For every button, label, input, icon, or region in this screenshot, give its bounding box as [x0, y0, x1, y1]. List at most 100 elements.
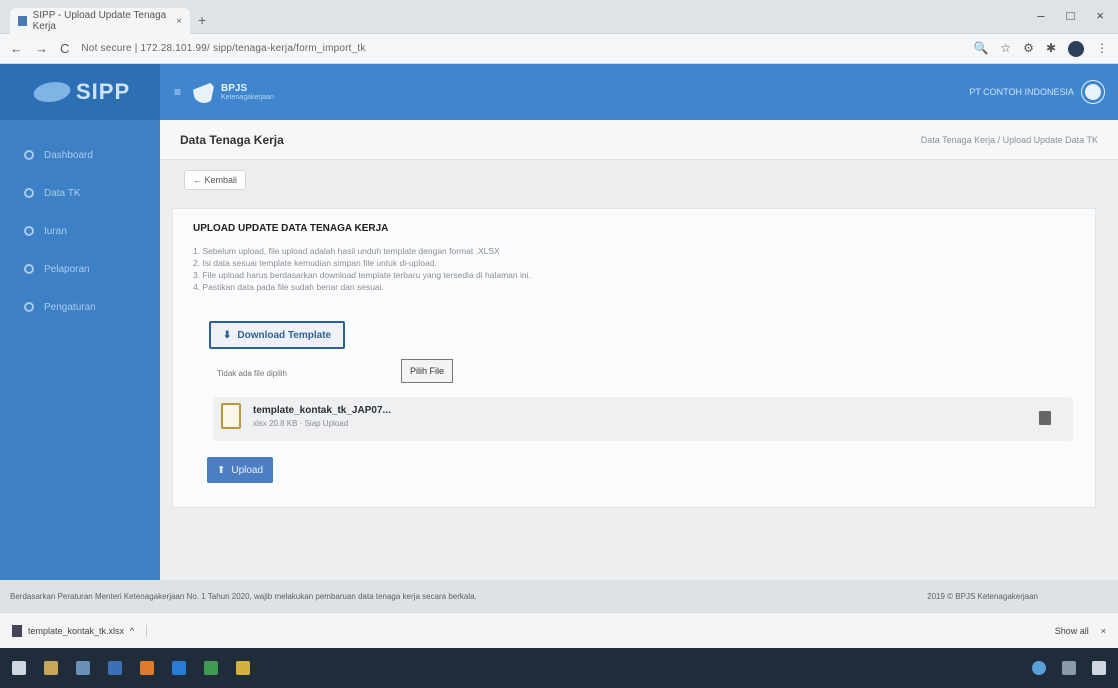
forward-arrow-icon[interactable]: → [35, 41, 48, 56]
sidebar-item-data-tk[interactable]: Data TK [0, 174, 160, 212]
edge-icon[interactable] [172, 661, 186, 675]
upload-card: UPLOAD UPDATE DATA TENAGA KERJA 1. Sebel… [172, 208, 1096, 508]
sidebar-item-pengaturan[interactable]: Pengaturan [0, 288, 160, 326]
instructions-list: 1. Sebelum upload, file upload adalah ha… [193, 245, 531, 293]
download-template-label: Download Template [237, 329, 332, 341]
caret-up-icon[interactable]: ^ [130, 626, 134, 636]
sidebar-item-pelaporan[interactable]: Pelaporan [0, 250, 160, 288]
download-icon: ⬇ [223, 329, 232, 341]
page-title-bar: Data Tenaga Kerja Data Tenaga Kerja / Up… [160, 120, 1118, 160]
sidebar-item-dashboard[interactable]: Dashboard [0, 136, 160, 174]
window-controls: – □ × [1037, 8, 1104, 23]
selected-file-row: template_kontak_tk_JAP07... xlsx 20.8 KB… [213, 397, 1073, 441]
file-meta: xlsx 20.8 KB · Siap Upload [253, 419, 349, 428]
choose-file-button[interactable]: Pilih File [401, 359, 454, 383]
user-name: PT CONTOH INDONESIA [969, 87, 1074, 97]
file-icon [221, 403, 241, 429]
app-logo[interactable]: SIPP [0, 64, 160, 120]
settings-icon [24, 302, 34, 312]
bpjs-mark-icon [193, 81, 216, 103]
extension-icon[interactable]: ⚙ [1023, 41, 1034, 57]
sidebar-item-iuran[interactable]: Iuran [0, 212, 160, 250]
tab-close-icon[interactable]: × [176, 16, 182, 27]
minimize-button[interactable]: – [1037, 8, 1044, 23]
users-icon [24, 188, 34, 198]
close-window-button[interactable]: × [1096, 8, 1104, 23]
sidebar-item-label: Dashboard [44, 149, 93, 161]
puzzle-icon[interactable]: ✱ [1046, 41, 1056, 57]
reload-icon[interactable]: C [60, 41, 69, 56]
system-tray [1032, 661, 1106, 675]
app-icon[interactable] [236, 661, 250, 675]
file-explorer-icon[interactable] [44, 661, 58, 675]
sidebar: SIPP Dashboard Data TK Iuran Pelaporan P… [0, 64, 160, 580]
brand-name: BPJS [221, 82, 248, 94]
browser-tab[interactable]: SIPP - Upload Update Tenaga Kerja × [10, 8, 190, 34]
browser-toolbar: 🔍 ☆ ⚙ ✱ ⋮ [973, 40, 1108, 57]
back-button[interactable]: ← Kembali [184, 170, 247, 190]
store-icon[interactable] [76, 661, 90, 675]
trash-icon[interactable] [1039, 411, 1051, 425]
file-name: template_kontak_tk_JAP07... [253, 405, 391, 416]
chrome-icon[interactable] [204, 661, 218, 675]
show-all-button[interactable]: Show all [1055, 626, 1089, 636]
address-bar: ← → C Not secure | 172.28.101.99/ sipp/t… [0, 34, 1118, 64]
new-tab-button[interactable]: + [198, 12, 206, 28]
firefox-icon[interactable] [140, 661, 154, 675]
instruction-item: 1. Sebelum upload, file upload adalah ha… [193, 246, 500, 256]
card-title: UPLOAD UPDATE DATA TENAGA KERJA [193, 223, 389, 234]
instruction-item: 3. File upload harus berdasarkan downloa… [193, 270, 531, 280]
network-icon[interactable] [1032, 661, 1046, 675]
user-menu[interactable]: PT CONTOH INDONESIA [969, 81, 1104, 103]
sidebar-item-label: Pelaporan [44, 263, 90, 275]
upload-label: Upload [231, 464, 264, 476]
zoom-icon[interactable]: 🔍 [973, 41, 988, 57]
logo-mark-icon [30, 82, 74, 102]
menu-icon[interactable]: ⋮ [1096, 41, 1108, 57]
brand-subtitle: Ketenagakerjaan [221, 93, 274, 101]
bpjs-logo: BPJS Ketenagakerjaan [193, 81, 274, 103]
volume-icon[interactable] [1062, 661, 1076, 675]
dashboard-icon [24, 150, 34, 160]
money-icon [24, 226, 34, 236]
url-field[interactable]: Not secure | 172.28.101.99/ sipp/tenaga-… [81, 43, 365, 54]
logo-text: SIPP [76, 79, 131, 104]
notification-icon[interactable] [1092, 661, 1106, 675]
download-template-button[interactable]: ⬇ Download Template [209, 321, 346, 349]
download-item[interactable]: template_kontak_tk.xlsx ^ [12, 624, 148, 637]
file-input[interactable] [217, 363, 397, 383]
instruction-item: 2. Isi data sesuai template kemudian sim… [193, 258, 437, 268]
browser-tabbar: SIPP - Upload Update Tenaga Kerja × + – … [0, 0, 1118, 34]
os-taskbar [0, 648, 1118, 688]
tab-title: SIPP - Upload Update Tenaga Kerja [32, 10, 167, 32]
mail-icon[interactable] [108, 661, 122, 675]
footer-note: Berdasarkan Peraturan Menteri Ketenagake… [10, 591, 477, 601]
report-icon [24, 264, 34, 274]
downloads-actions: Show all × [1055, 626, 1106, 636]
close-downloads-icon[interactable]: × [1101, 626, 1106, 636]
back-arrow-icon[interactable]: ← [10, 41, 23, 56]
sidebar-menu: Dashboard Data TK Iuran Pelaporan Pengat… [0, 120, 160, 326]
instruction-item: 4. Pastikan data pada file sudah benar d… [193, 282, 384, 292]
downloaded-file-icon [12, 624, 22, 637]
sidebar-item-label: Iuran [44, 225, 67, 237]
page-title: Data Tenaga Kerja [180, 132, 284, 147]
upload-icon: ⬆ [216, 464, 226, 476]
app-header: ≡ BPJS Ketenagakerjaan PT CONTOH INDONES… [160, 64, 1118, 120]
sidebar-item-label: Data TK [44, 187, 81, 199]
upload-button[interactable]: ⬆ Upload [207, 457, 273, 483]
sidebar-item-label: Pengaturan [44, 301, 96, 313]
star-icon[interactable]: ☆ [1000, 41, 1011, 57]
footer-copyright: 2019 © BPJS Ketenagakerjaan [927, 591, 1038, 601]
downloads-bar: template_kontak_tk.xlsx ^ Show all × [0, 612, 1118, 648]
maximize-button[interactable]: □ [1067, 8, 1075, 23]
hamburger-icon[interactable]: ≡ [174, 85, 181, 99]
breadcrumb[interactable]: Data Tenaga Kerja / Upload Update Data T… [921, 135, 1098, 145]
user-avatar-icon[interactable] [1082, 81, 1104, 103]
page-footer: Berdasarkan Peraturan Menteri Ketenagake… [0, 580, 1118, 612]
main-content: Data Tenaga Kerja Data Tenaga Kerja / Up… [160, 120, 1118, 580]
profile-icon[interactable] [1068, 40, 1084, 57]
start-icon[interactable] [12, 661, 26, 675]
download-item-name: template_kontak_tk.xlsx [28, 625, 125, 636]
favicon-icon [18, 16, 27, 26]
